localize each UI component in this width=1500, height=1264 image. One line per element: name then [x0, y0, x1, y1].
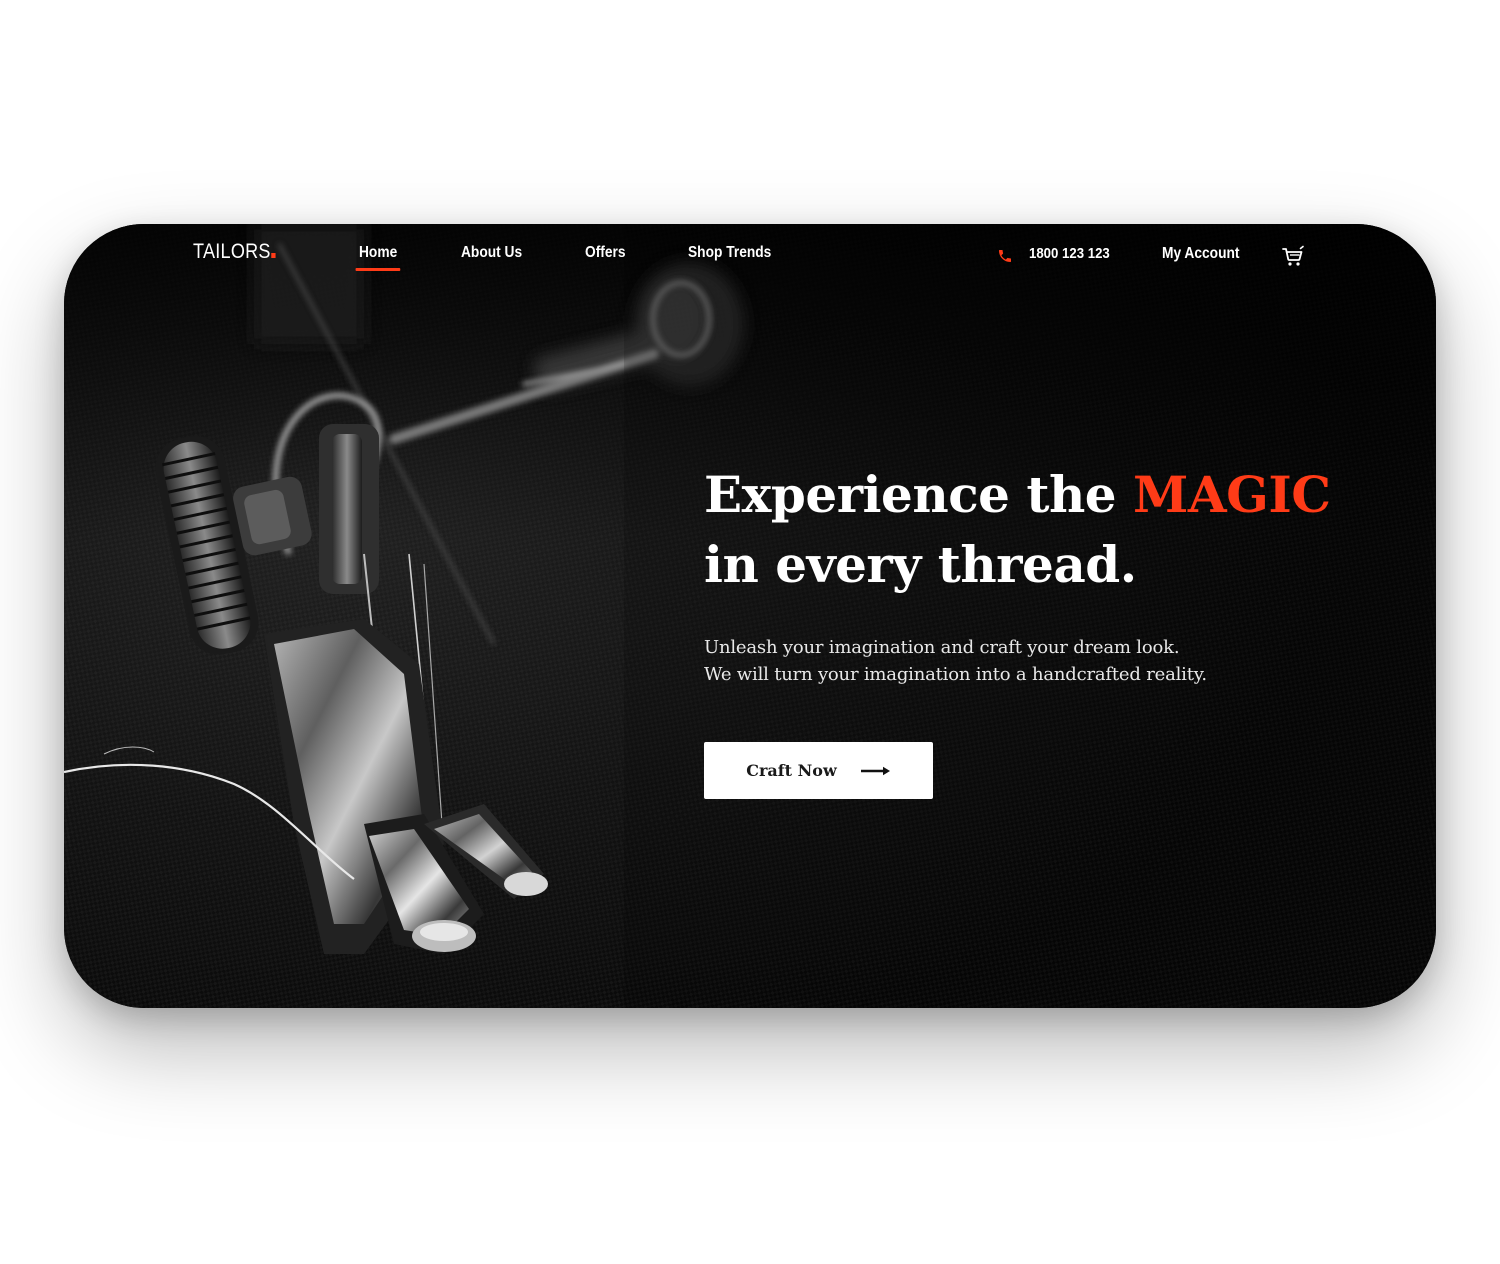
headline-prefix: Experience the [704, 465, 1134, 524]
nav-link-about-us[interactable]: About Us [461, 244, 522, 262]
hero-headline: Experience the MAGIC in every thread. [704, 460, 1331, 600]
nav-link-shop-trends[interactable]: Shop Trends [688, 244, 771, 262]
shopping-cart-icon[interactable] [1281, 245, 1305, 269]
nav-link-offers[interactable]: Offers [585, 244, 626, 262]
logo-dot [271, 253, 276, 258]
craft-now-label: Craft Now [746, 761, 837, 780]
phone-number[interactable]: 1800 123 123 [1029, 245, 1110, 262]
hero-card: TAILORS Home About Us Offers Shop Trends… [64, 224, 1436, 1008]
hero-background-image [64, 224, 1436, 1008]
brand-name: TAILORS [193, 240, 271, 263]
subtext-line2: We will turn your imagination into a han… [704, 664, 1207, 685]
phone-icon [999, 250, 1011, 262]
arrow-right-icon [860, 766, 890, 775]
headline-line2: in every thread. [704, 535, 1137, 594]
nav-link-home[interactable]: Home [355, 244, 402, 271]
brand-logo[interactable]: TAILORS [193, 240, 276, 264]
headline-accent: MAGIC [1133, 465, 1331, 524]
subtext-line1: Unleash your imagination and craft your … [704, 637, 1180, 658]
top-navigation: TAILORS Home About Us Offers Shop Trends… [64, 224, 1436, 294]
hero-subtext: Unleash your imagination and craft your … [704, 634, 1207, 688]
my-account-link[interactable]: My Account [1162, 245, 1239, 263]
page-canvas: TAILORS Home About Us Offers Shop Trends… [0, 0, 1500, 1264]
craft-now-button[interactable]: Craft Now [704, 742, 933, 799]
